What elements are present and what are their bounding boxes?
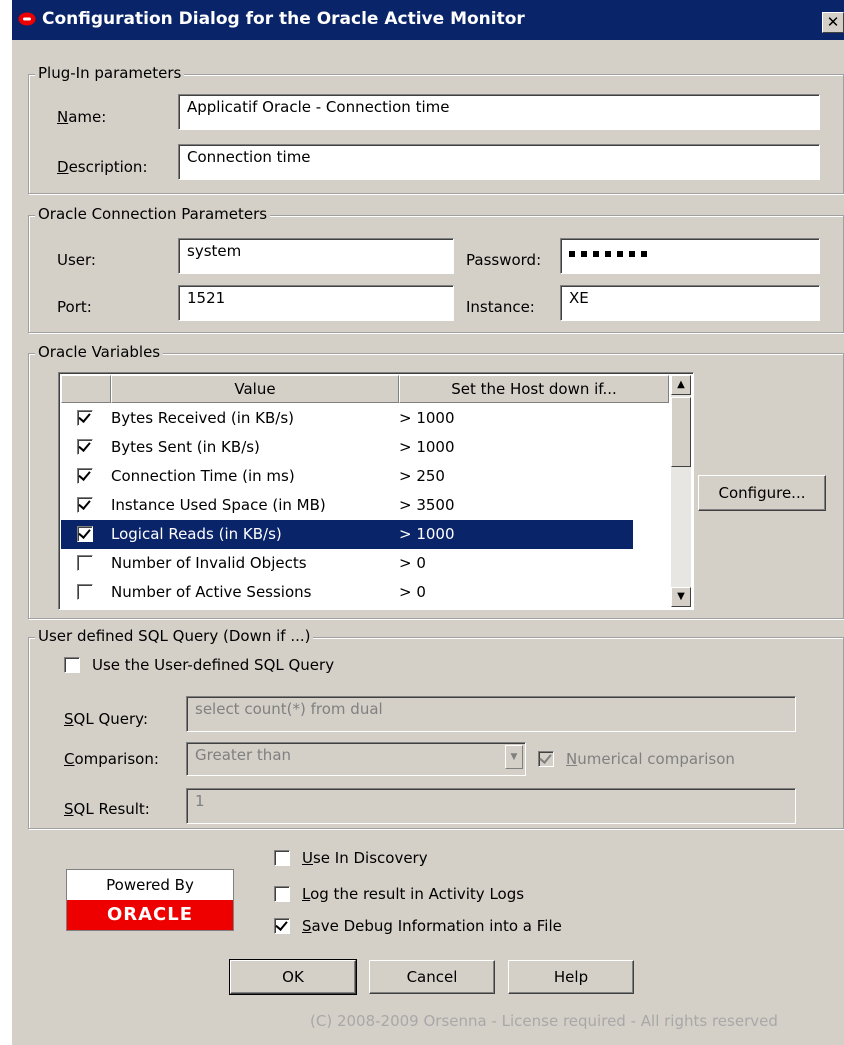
name-field[interactable]: Applicatif Oracle - Connection time bbox=[178, 94, 820, 130]
row-condition: > 250 bbox=[399, 467, 445, 485]
group-label: Oracle Connection Parameters bbox=[35, 205, 271, 223]
row-checkbox[interactable] bbox=[77, 439, 93, 455]
port-field[interactable]: 1521 bbox=[178, 285, 454, 321]
numerical-comparison-checkbox[interactable] bbox=[538, 751, 554, 767]
configure-button[interactable]: Configure... bbox=[698, 475, 826, 511]
save-debug-checkbox[interactable] bbox=[274, 918, 290, 934]
port-label: Port: bbox=[57, 298, 92, 316]
variables-list[interactable]: Value Set the Host down if... Bytes Rece… bbox=[58, 372, 694, 610]
row-value: Logical Reads (in KB/s) bbox=[111, 525, 282, 543]
list-row[interactable]: Number of Invalid Objects > 0 bbox=[61, 549, 691, 578]
row-value: Connection Time (in ms) bbox=[111, 467, 295, 485]
sql-result-field[interactable]: 1 bbox=[186, 788, 796, 824]
scroll-down-icon[interactable]: ▼ bbox=[671, 587, 691, 607]
save-debug-label: Save Debug Information into a File bbox=[302, 917, 562, 935]
row-checkbox[interactable] bbox=[77, 526, 93, 542]
row-checkbox[interactable] bbox=[77, 497, 93, 513]
close-icon[interactable]: ✕ bbox=[822, 12, 844, 33]
scroll-thumb[interactable] bbox=[671, 397, 691, 467]
column-header-value[interactable]: Value bbox=[111, 375, 399, 403]
oracle-brand-text: ORACLE bbox=[67, 900, 233, 930]
column-header-check[interactable] bbox=[61, 375, 111, 403]
list-row[interactable]: Connection Time (in ms) > 250 bbox=[61, 462, 691, 491]
window-title: Configuration Dialog for the Oracle Acti… bbox=[42, 9, 525, 29]
list-row[interactable]: Number of Active Sessions > 0 bbox=[61, 578, 691, 607]
instance-field[interactable]: XE bbox=[560, 285, 820, 321]
row-condition: > 0 bbox=[399, 583, 426, 601]
user-label: User: bbox=[57, 251, 96, 269]
row-checkbox[interactable] bbox=[77, 555, 93, 571]
password-field[interactable] bbox=[560, 238, 820, 274]
row-condition: > 1000 bbox=[399, 438, 455, 456]
row-checkbox[interactable] bbox=[77, 468, 93, 484]
row-value: Bytes Received (in KB/s) bbox=[111, 409, 295, 427]
title-bar[interactable]: Configuration Dialog for the Oracle Acti… bbox=[12, 0, 844, 40]
comparison-label: Comparison: bbox=[64, 750, 159, 768]
row-condition: > 1000 bbox=[399, 525, 455, 543]
row-condition: > 1000 bbox=[399, 409, 455, 427]
use-sql-checkbox[interactable] bbox=[64, 657, 80, 673]
group-label: Plug-In parameters bbox=[35, 64, 185, 82]
list-row-selected[interactable]: Logical Reads (in KB/s) > 1000 bbox=[61, 520, 633, 549]
user-field[interactable]: system bbox=[178, 238, 454, 274]
vertical-scrollbar[interactable]: ▲ ▼ bbox=[671, 375, 691, 607]
use-in-discovery-checkbox[interactable] bbox=[274, 850, 290, 866]
list-row[interactable]: Bytes Sent (in KB/s) > 1000 bbox=[61, 433, 691, 462]
list-row[interactable]: Bytes Received (in KB/s) > 1000 bbox=[61, 404, 691, 433]
password-mask bbox=[569, 251, 653, 257]
row-condition: > 0 bbox=[399, 554, 426, 572]
description-label: Description: bbox=[57, 158, 148, 176]
group-label: User defined SQL Query (Down if ...) bbox=[35, 627, 314, 645]
row-value: Number of Active Sessions bbox=[111, 583, 312, 601]
row-value: Number of Invalid Objects bbox=[111, 554, 307, 572]
log-activity-checkbox[interactable] bbox=[274, 886, 290, 902]
log-activity-label: Log the result in Activity Logs bbox=[302, 885, 525, 903]
ok-button[interactable]: OK bbox=[229, 959, 357, 995]
row-checkbox[interactable] bbox=[77, 410, 93, 426]
chevron-down-icon[interactable]: ▼ bbox=[505, 745, 523, 769]
sql-query-field[interactable]: select count(*) from dual bbox=[186, 696, 796, 732]
instance-label: Instance: bbox=[466, 298, 535, 316]
group-label: Oracle Variables bbox=[35, 343, 164, 361]
numerical-comparison-label: Numerical comparison bbox=[566, 750, 735, 768]
sql-result-label: SQL Result: bbox=[64, 800, 150, 818]
row-condition: > 3500 bbox=[399, 496, 455, 514]
column-header-condition[interactable]: Set the Host down if... bbox=[399, 375, 669, 403]
dialog-window: Configuration Dialog for the Oracle Acti… bbox=[10, 0, 844, 1045]
cancel-button[interactable]: Cancel bbox=[369, 960, 495, 994]
use-sql-label: Use the User-defined SQL Query bbox=[92, 656, 335, 674]
name-label: Name: bbox=[57, 108, 107, 126]
row-value: Instance Used Space (in MB) bbox=[111, 496, 326, 514]
sql-query-label: SQL Query: bbox=[64, 710, 149, 728]
help-button[interactable]: Help bbox=[508, 960, 634, 994]
description-field[interactable]: Connection time bbox=[178, 144, 820, 180]
comparison-select[interactable]: Greater than ▼ bbox=[186, 742, 526, 776]
list-row[interactable]: Instance Used Space (in MB) > 3500 bbox=[61, 491, 691, 520]
row-value: Bytes Sent (in KB/s) bbox=[111, 438, 260, 456]
row-checkbox[interactable] bbox=[77, 584, 93, 600]
password-label: Password: bbox=[466, 251, 542, 269]
powered-by-text: Powered By bbox=[106, 876, 194, 894]
powered-by-oracle-logo: Powered By ORACLE bbox=[66, 869, 234, 931]
app-icon bbox=[18, 12, 36, 26]
use-in-discovery-label: Use In Discovery bbox=[302, 849, 428, 867]
scroll-up-icon[interactable]: ▲ bbox=[671, 375, 691, 395]
copyright-footer: (C) 2008-2009 Orsenna - License required… bbox=[310, 1012, 778, 1030]
